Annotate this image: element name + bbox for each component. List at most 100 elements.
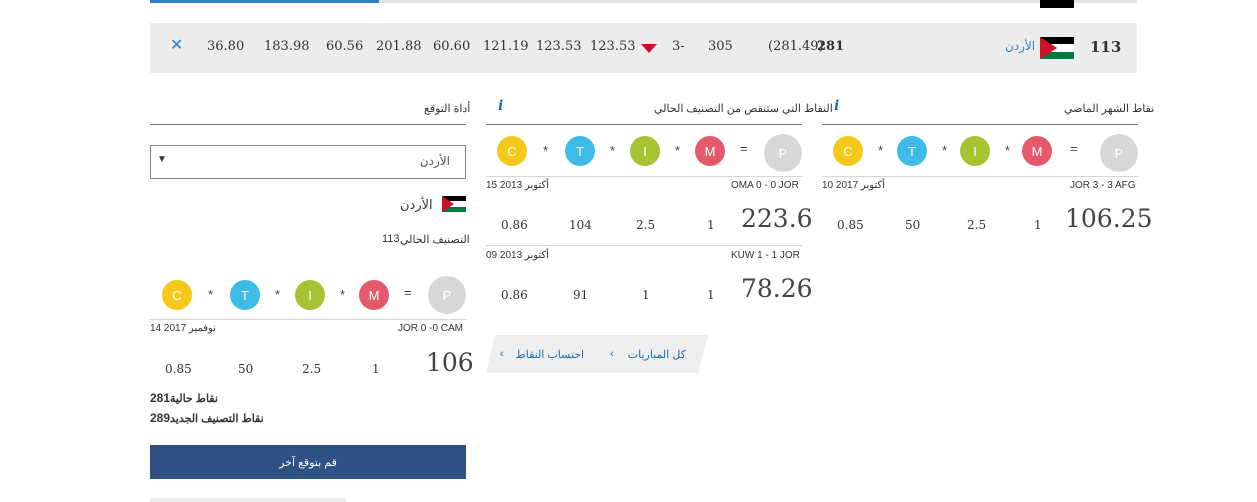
t-circle: T <box>897 136 927 166</box>
t-circle: T <box>230 280 260 310</box>
panel-title: أداة التوقع <box>424 103 471 115</box>
old-points: (281.49) <box>768 39 824 54</box>
panel-title: النقاط التي ستنقص من التصنيف الحالي <box>654 103 833 115</box>
p-circle: P <box>1100 134 1138 172</box>
ranking-row[interactable]: ✕ 36.80 183.98 60.56 201.88 60.60 121.19… <box>150 23 1137 73</box>
i-value: 2.5 <box>967 218 987 232</box>
predictor-country: الأردن <box>400 197 433 212</box>
value-cell: 123.53 <box>590 39 636 54</box>
current-points-label: نقاط حالية <box>170 393 218 405</box>
p-circle: P <box>764 134 802 172</box>
m-value: 1 <box>707 288 715 302</box>
match-date: 09 أكتوبر 2013 <box>486 250 549 261</box>
m-value: 1 <box>372 362 380 376</box>
c-value: 0.85 <box>837 218 864 232</box>
divider <box>486 245 802 246</box>
times-sign: * <box>543 143 549 158</box>
jordan-flag-icon <box>1040 37 1074 59</box>
divider <box>486 176 802 177</box>
i-value: 1 <box>642 288 650 302</box>
panel-title: نقاط الشهر الماضي <box>1064 103 1155 115</box>
close-icon[interactable]: ✕ <box>170 35 183 55</box>
value-cell: 201.88 <box>376 39 422 54</box>
p-value: 106.25 <box>1065 204 1153 233</box>
value-cell: 123.53 <box>536 39 582 54</box>
tab-label: احتساب النقاط <box>515 348 585 361</box>
m-value: 1 <box>707 218 715 232</box>
m-circle: M <box>359 280 389 310</box>
m-circle: M <box>1022 136 1052 166</box>
new-points: 289 <box>150 411 171 425</box>
m-circle: M <box>695 136 725 166</box>
times-sign: * <box>275 287 281 302</box>
times-sign: * <box>942 143 948 158</box>
rank: 113 <box>1090 38 1122 56</box>
current-rank-label: التصنيف الحالي <box>400 234 470 246</box>
current-rank: 113 <box>382 233 400 245</box>
i-circle: I <box>960 136 990 166</box>
times-sign: * <box>878 143 884 158</box>
info-icon[interactable]: i <box>834 98 839 114</box>
match-date: 10 أكتوبر 2017 <box>822 180 885 191</box>
chevron-down-icon: ▼ <box>157 154 167 165</box>
footer-bar <box>150 498 346 502</box>
c-value: 0.86 <box>501 218 528 232</box>
equals-sign: = <box>740 141 748 156</box>
t-circle: T <box>565 136 595 166</box>
previous-row-border <box>379 0 1137 3</box>
times-sign: * <box>1005 143 1011 158</box>
times-sign: * <box>675 143 681 158</box>
p-circle: P <box>428 276 466 314</box>
predict-again-button[interactable]: قم بتوقع آخر <box>150 445 466 479</box>
times-sign: * <box>340 287 346 302</box>
p-value: 223.6 <box>741 204 813 233</box>
chevron-left-icon: ‹ <box>499 348 504 360</box>
t-value: 104 <box>569 218 592 232</box>
country-select[interactable]: ▼ الأردن <box>150 145 466 179</box>
current-points: 281 <box>150 391 171 405</box>
c-value: 0.85 <box>165 362 192 376</box>
value-cell: 121.19 <box>483 39 529 54</box>
divider <box>150 319 466 320</box>
t-value: 50 <box>238 362 254 376</box>
previous-row-flag <box>1040 0 1074 8</box>
divider <box>822 124 1138 125</box>
i-circle: I <box>630 136 660 166</box>
divider <box>822 176 1138 177</box>
t-value: 50 <box>905 218 921 232</box>
times-sign: * <box>610 143 616 158</box>
c-value: 0.86 <box>501 288 528 302</box>
tab-label: كل المباريات <box>627 348 686 361</box>
points: 281 <box>817 39 845 54</box>
movement: 3- <box>672 39 685 54</box>
i-circle: I <box>295 280 325 310</box>
match-teams: KUW 1 - 1 JOR <box>731 250 800 261</box>
value-cell: 60.56 <box>326 39 364 54</box>
new-points-label: نقاط التصنيف الجديد <box>170 413 264 425</box>
i-value: 2.5 <box>636 218 656 232</box>
match-teams: JOR 0 -0 CAM <box>398 323 464 334</box>
match-date: 15 أكتوبر 2013 <box>486 180 549 191</box>
c-circle: C <box>162 280 192 310</box>
jordan-flag-icon <box>442 196 466 212</box>
info-icon[interactable]: i <box>498 98 503 114</box>
match-teams: JOR 3 - 3 AFG <box>1070 180 1136 191</box>
value-cell: 183.98 <box>264 39 310 54</box>
t-value: 91 <box>573 288 589 302</box>
active-tab-indicator <box>150 0 379 3</box>
c-circle: C <box>833 136 863 166</box>
tab-calculate-points[interactable]: ‹ احتساب النقاط <box>486 335 598 373</box>
c-circle: C <box>497 136 527 166</box>
select-value: الأردن <box>419 154 450 168</box>
chevron-left-icon: ‹ <box>610 348 614 360</box>
tab-all-matches[interactable]: ‹ كل المباريات <box>588 335 708 373</box>
p-value: 78.26 <box>741 274 813 303</box>
down-arrow-icon <box>641 44 657 53</box>
m-value: 1 <box>1034 218 1042 232</box>
value-cell: 60.60 <box>433 39 471 54</box>
country-link[interactable]: الأردن <box>1005 39 1035 53</box>
p-value: 106 <box>426 348 474 377</box>
equals-sign: = <box>1070 141 1078 156</box>
divider <box>150 124 466 125</box>
i-value: 2.5 <box>302 362 322 376</box>
